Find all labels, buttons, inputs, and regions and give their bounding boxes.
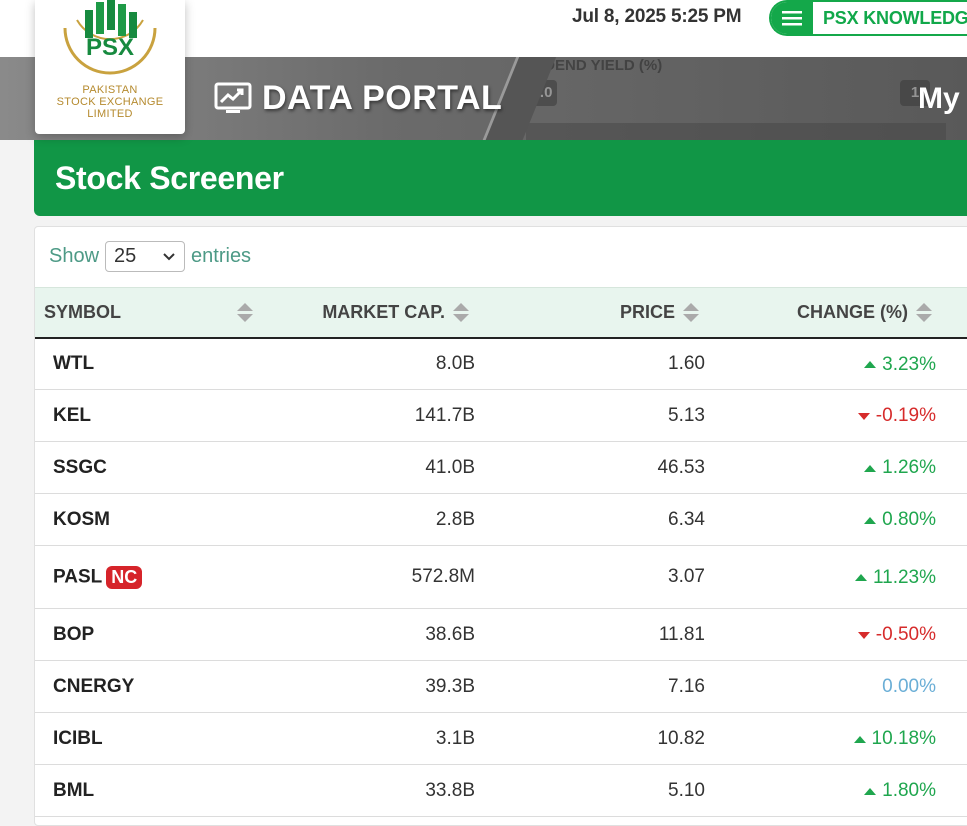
up-arrow-icon bbox=[864, 464, 877, 472]
price-cell: 1.60 bbox=[477, 337, 707, 390]
screener-panel: Show 25 entries SYMBOL MARKET CAP. PRICE… bbox=[34, 226, 967, 826]
column-header-price[interactable]: PRICE bbox=[477, 287, 707, 339]
table-row[interactable]: SSGC 41.0B 46.53 1.26% bbox=[35, 441, 967, 494]
entries-select[interactable]: 25 bbox=[105, 241, 186, 272]
market-cap-cell: 39.3B bbox=[263, 660, 477, 713]
symbol-link[interactable]: SSGC bbox=[35, 441, 263, 494]
price-cell: 46.53 bbox=[477, 441, 707, 494]
symbol-link[interactable]: KEL bbox=[35, 389, 263, 442]
price-cell: 10.82 bbox=[477, 712, 707, 765]
logo-line-1: PAKISTAN bbox=[82, 84, 138, 96]
price-cell: 7.16 bbox=[477, 660, 707, 713]
symbol-link[interactable]: WTL bbox=[35, 337, 263, 390]
change-cell: 0.00% bbox=[882, 675, 936, 697]
price-cell: 11.81 bbox=[477, 608, 707, 661]
my-account-link[interactable]: My I bbox=[918, 82, 967, 116]
sort-icon bbox=[237, 302, 253, 322]
column-header-label: CHANGE (%) bbox=[797, 301, 908, 322]
psx-logo[interactable]: PSX PAKISTAN STOCK EXCHANGE LIMITED bbox=[35, 0, 185, 134]
psx-knowledge-button[interactable]: PSX KNOWLEDGE bbox=[769, 0, 967, 36]
change-cell: 10.18% bbox=[871, 728, 936, 750]
nc-badge: NC bbox=[106, 565, 143, 589]
market-cap-cell: 38.6B bbox=[263, 608, 477, 661]
psx-knowledge-label: PSX KNOWLEDGE bbox=[823, 7, 967, 28]
sort-icon bbox=[916, 302, 932, 322]
entries-control: Show 25 entries bbox=[49, 241, 251, 272]
stock-table: SYMBOL MARKET CAP. PRICE CHANGE (%) WTL … bbox=[35, 287, 967, 817]
entries-label: entries bbox=[191, 245, 252, 267]
change-cell: -0.50% bbox=[875, 624, 936, 646]
symbol-link[interactable]: ICIBL bbox=[35, 712, 263, 765]
background-slider-bar bbox=[526, 123, 946, 140]
column-header-market-cap[interactable]: MARKET CAP. bbox=[263, 287, 477, 339]
symbol-link[interactable]: KOSM bbox=[35, 493, 263, 546]
column-header-label: PRICE bbox=[619, 301, 675, 322]
up-arrow-icon bbox=[864, 516, 877, 524]
market-datetime: Jul 8, 2025 5:25 PM bbox=[572, 6, 742, 27]
symbol-cell: PASL NC bbox=[35, 545, 263, 609]
logo-line-3: LIMITED bbox=[87, 108, 133, 120]
symbol-link[interactable]: BOP bbox=[35, 608, 263, 661]
change-cell: 0.80% bbox=[882, 509, 936, 531]
table-row[interactable]: WTL 8.0B 1.60 3.23% bbox=[35, 337, 967, 390]
table-row[interactable]: KEL 141.7B 5.13 -0.19% bbox=[35, 389, 967, 442]
logo-mark-text: PSX bbox=[86, 34, 134, 61]
table-row[interactable]: ICIBL 3.1B 10.82 10.18% bbox=[35, 712, 967, 765]
market-cap-cell: 2.8B bbox=[263, 493, 477, 546]
change-cell: 3.23% bbox=[882, 353, 936, 375]
table-row[interactable]: PASL NC 572.8M 3.07 11.23% bbox=[35, 545, 967, 609]
price-cell: 6.34 bbox=[477, 493, 707, 546]
price-cell: 3.07 bbox=[477, 545, 707, 609]
hamburger-menu-icon bbox=[771, 2, 813, 34]
up-arrow-icon bbox=[854, 574, 867, 582]
change-cell: 1.80% bbox=[882, 780, 936, 802]
up-arrow-icon bbox=[853, 735, 866, 743]
table-row[interactable]: BOP 38.6B 11.81 -0.50% bbox=[35, 608, 967, 661]
chart-monitor-icon bbox=[214, 82, 252, 113]
table-row[interactable]: KOSM 2.8B 6.34 0.80% bbox=[35, 493, 967, 546]
price-cell: 5.10 bbox=[477, 764, 707, 817]
logo-line-2: STOCK EXCHANGE bbox=[56, 96, 164, 108]
stock-table-body: WTL 8.0B 1.60 3.23% KEL 141.7B 5.13 -0.1… bbox=[35, 337, 967, 817]
show-label: Show bbox=[49, 245, 100, 267]
change-cell: -0.19% bbox=[875, 405, 936, 427]
market-cap-cell: 8.0B bbox=[263, 337, 477, 390]
market-cap-cell: 141.7B bbox=[263, 389, 477, 442]
price-cell: 5.13 bbox=[477, 389, 707, 442]
data-portal-title: DATA PORTAL bbox=[262, 79, 503, 117]
sort-icon bbox=[683, 302, 699, 322]
up-arrow-icon bbox=[864, 787, 877, 795]
column-header-change[interactable]: CHANGE (%) bbox=[707, 287, 937, 339]
stock-screener-banner: Stock Screener bbox=[34, 140, 967, 216]
column-header-overflow bbox=[937, 287, 967, 339]
sort-icon bbox=[453, 302, 469, 322]
market-cap-cell: 33.8B bbox=[263, 764, 477, 817]
psx-logo-icon: PSX bbox=[63, 0, 157, 75]
down-arrow-icon bbox=[857, 412, 870, 420]
page-title: Stock Screener bbox=[55, 160, 284, 196]
change-cell: 1.26% bbox=[882, 457, 936, 479]
up-arrow-icon bbox=[864, 361, 877, 368]
entries-selected-value: 25 bbox=[114, 245, 137, 267]
column-header-label: SYMBOL bbox=[44, 301, 122, 322]
market-cap-cell: 41.0B bbox=[263, 441, 477, 494]
column-header-label: MARKET CAP. bbox=[322, 301, 445, 322]
market-cap-cell: 572.8M bbox=[263, 545, 477, 609]
symbol-link[interactable]: CNERGY bbox=[35, 660, 263, 713]
market-cap-cell: 3.1B bbox=[263, 712, 477, 765]
column-header-symbol[interactable]: SYMBOL bbox=[35, 287, 263, 339]
data-portal-link[interactable]: DATA PORTAL bbox=[214, 79, 502, 118]
symbol-link[interactable]: BML bbox=[35, 764, 263, 817]
symbol-link[interactable]: PASL bbox=[53, 566, 102, 587]
chevron-down-icon bbox=[163, 252, 175, 260]
table-row[interactable]: BML 33.8B 5.10 1.80% bbox=[35, 764, 967, 817]
table-row[interactable]: CNERGY 39.3B 7.16 0.00% bbox=[35, 660, 967, 713]
down-arrow-icon bbox=[857, 631, 870, 639]
change-cell: 11.23% bbox=[872, 566, 936, 588]
